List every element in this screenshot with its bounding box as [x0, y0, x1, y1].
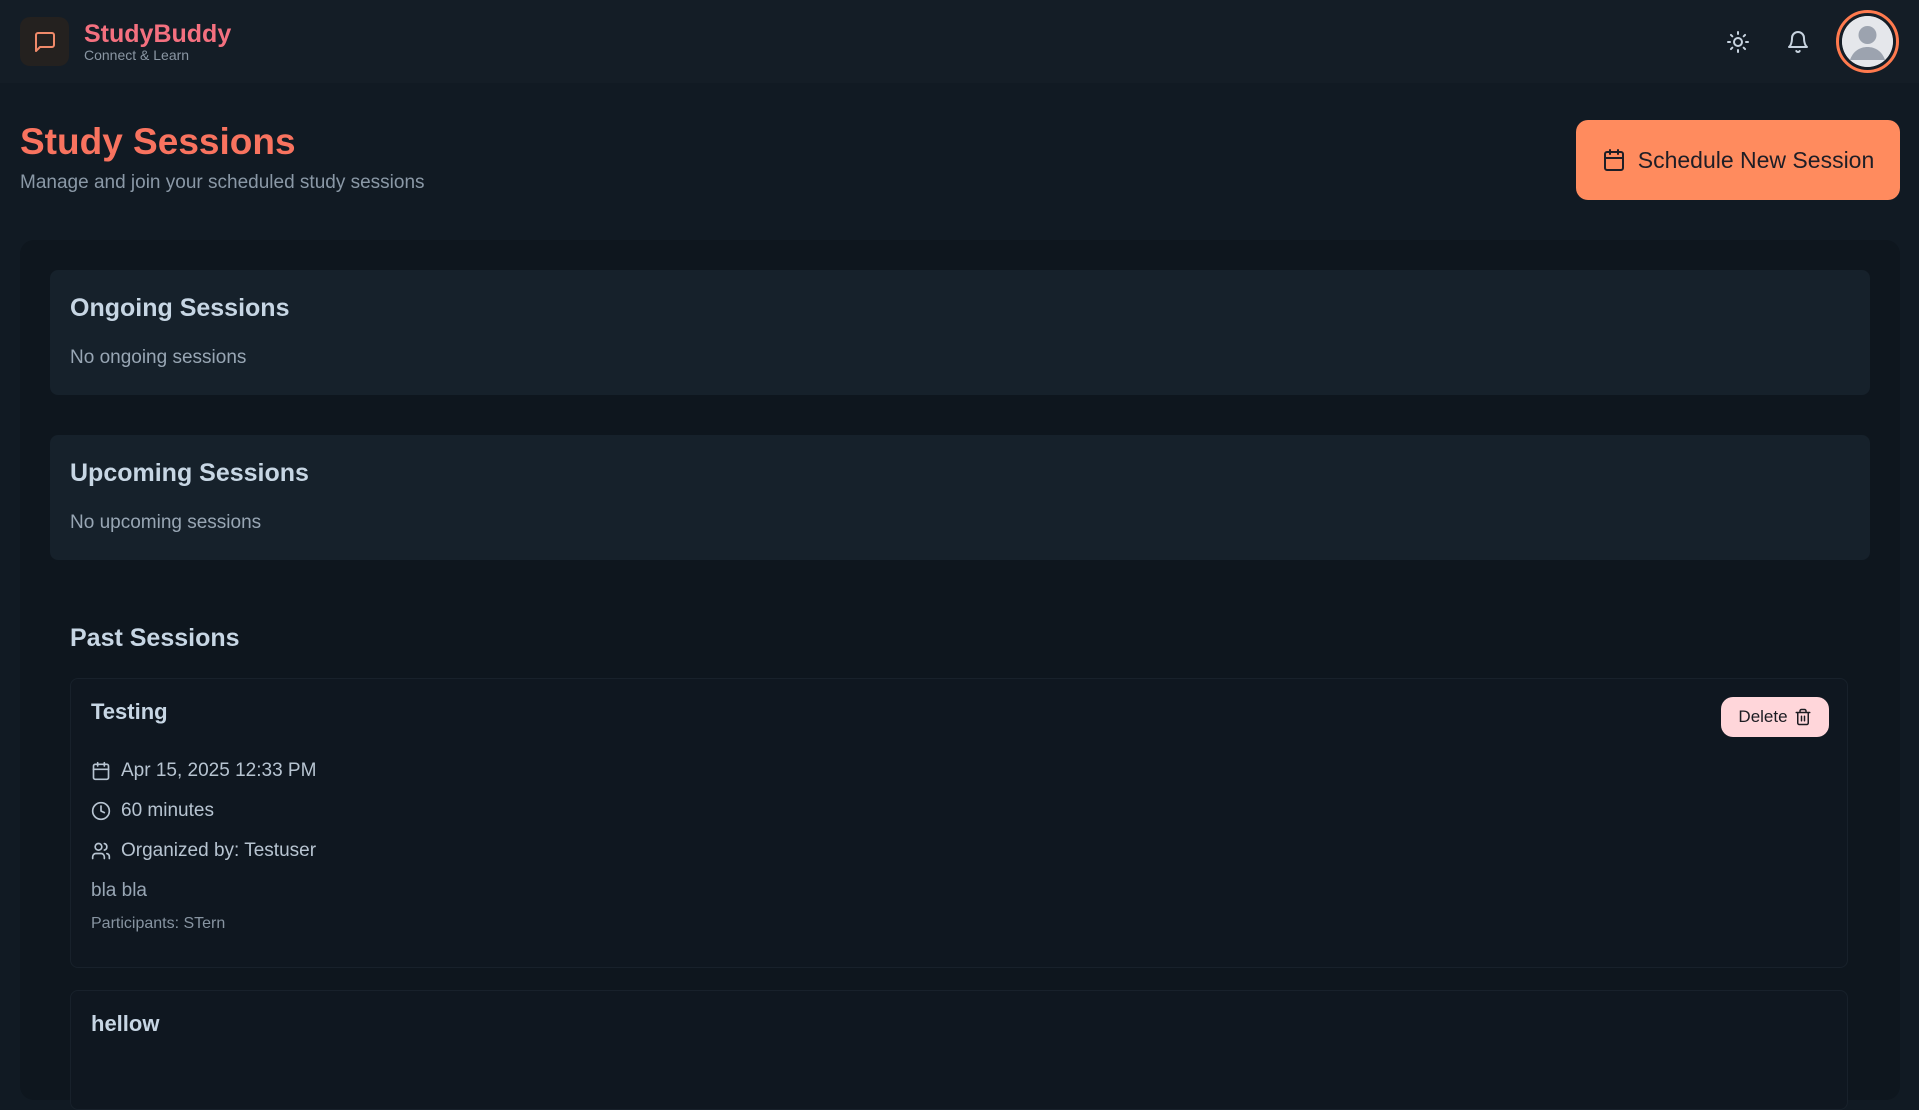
sun-icon — [1727, 30, 1749, 53]
users-icon — [91, 842, 111, 860]
ongoing-sessions-title: Ongoing Sessions — [70, 294, 290, 322]
session-duration: 60 minutes — [121, 800, 214, 821]
sessions-panel: Ongoing Sessions No ongoing sessions Upc… — [20, 240, 1900, 1110]
clock-icon — [91, 801, 111, 821]
ongoing-sessions-section: Ongoing Sessions No ongoing sessions — [50, 270, 1870, 395]
session-date-row: Apr 15, 2025 12:33 PM — [91, 751, 1827, 791]
past-sessions-title: Past Sessions — [70, 624, 240, 652]
user-avatar-icon — [1842, 16, 1893, 67]
delete-button-label: Delete — [1738, 707, 1788, 726]
upcoming-sessions-empty: No upcoming sessions — [70, 512, 262, 533]
session-card[interactable]: hellow — [70, 990, 1848, 1110]
page-subtitle: Manage and join your scheduled study ses… — [20, 172, 425, 193]
session-card[interactable]: Testing Delete Apr 15, 2025 12:33 PM 60 … — [70, 678, 1848, 968]
chat-icon — [34, 31, 55, 52]
session-organizer-row: Organized by: Testuser — [91, 831, 1827, 871]
calendar-icon — [1603, 149, 1624, 171]
user-avatar-button[interactable] — [1836, 10, 1899, 73]
top-bar: StudyBuddy Connect & Learn — [0, 0, 1919, 83]
session-name: Testing — [91, 699, 168, 724]
session-participants: Participants: STern — [91, 915, 226, 932]
theme-toggle-button[interactable] — [1716, 20, 1760, 64]
bell-icon — [1788, 30, 1808, 53]
brand-name: StudyBuddy — [84, 20, 232, 48]
schedule-button-label: Schedule New Session — [1637, 146, 1875, 173]
session-name: hellow — [91, 1011, 160, 1036]
ongoing-sessions-empty: No ongoing sessions — [70, 347, 247, 368]
session-duration-row: 60 minutes — [91, 791, 1827, 831]
page-title: Study Sessions — [20, 121, 296, 162]
session-description: bla bla — [91, 880, 147, 901]
delete-session-button[interactable]: Delete — [1721, 697, 1829, 737]
page-header: Study Sessions Manage and join your sche… — [20, 120, 425, 194]
upcoming-sessions-section: Upcoming Sessions No upcoming sessions — [50, 435, 1870, 560]
brand: StudyBuddy Connect & Learn — [84, 20, 231, 63]
upcoming-sessions-title: Upcoming Sessions — [70, 459, 309, 487]
session-datetime: Apr 15, 2025 12:33 PM — [121, 760, 317, 781]
schedule-new-session-button[interactable]: Schedule New Session — [1576, 120, 1900, 200]
session-organizer: Organized by: Testuser — [121, 840, 317, 861]
logo[interactable] — [20, 17, 69, 66]
brand-tagline: Connect & Learn — [84, 47, 190, 63]
calendar-icon — [92, 761, 110, 781]
trash-icon — [1795, 708, 1811, 726]
header-actions — [1716, 10, 1899, 73]
notifications-button[interactable] — [1776, 20, 1820, 64]
